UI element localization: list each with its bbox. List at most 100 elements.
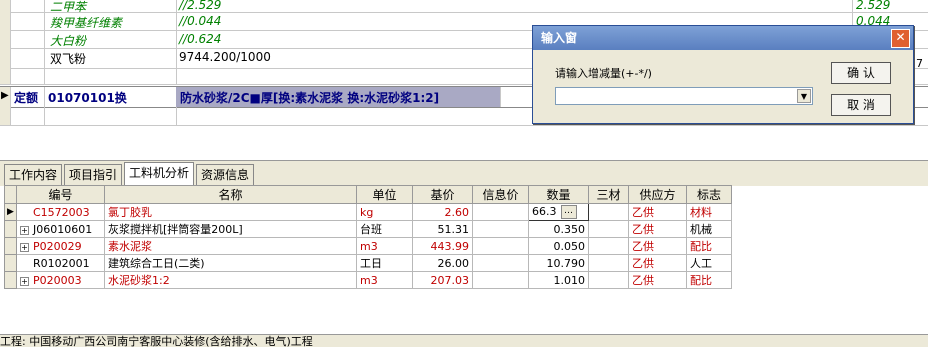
cell-name[interactable]: 素水泥浆 [104, 237, 357, 255]
tab-work-content[interactable]: 工作内容 [4, 164, 63, 185]
cell-base-price[interactable]: 2.60 [412, 203, 473, 221]
cell-supplier[interactable]: 乙供 [628, 271, 687, 289]
cell-code[interactable]: R0102001 [16, 254, 105, 272]
cell-supplier-text: 乙供 [632, 240, 654, 253]
cell-quantity-text: 10.790 [546, 256, 586, 270]
row-pointer-icon[interactable]: ▶ [4, 203, 17, 221]
cell-code[interactable]: C1572003 [16, 203, 105, 221]
cell-code-text: R0102001 [33, 256, 90, 270]
row-selector[interactable] [4, 254, 17, 272]
material-right-value: 2.529 [856, 0, 891, 12]
col-header-name[interactable]: 名称 [104, 185, 357, 204]
cell-three-materials[interactable] [588, 203, 629, 221]
cell-name[interactable]: 建筑综合工日(二类) [104, 254, 357, 272]
cell-unit[interactable]: 工日 [356, 254, 413, 272]
confirm-button[interactable]: 确 认 [831, 62, 891, 84]
col-header-supplier[interactable]: 供应方 [628, 185, 687, 204]
cell-base-price[interactable]: 26.00 [412, 254, 473, 272]
col-header-code[interactable]: 编号 [16, 185, 105, 204]
material-name: 羧甲基纤维素 [50, 16, 123, 30]
tab-resource-info[interactable]: 资源信息 [196, 164, 255, 185]
cell-three-materials[interactable] [588, 271, 629, 289]
cell-code-text: P020029 [33, 239, 82, 253]
col-header-three-materials[interactable]: 三材 [588, 185, 629, 204]
cell-three-materials[interactable] [588, 254, 629, 272]
row-selector[interactable] [4, 271, 17, 289]
quota-code: 01070101换 [48, 91, 127, 105]
cell-unit-text: kg [360, 205, 374, 219]
cell-three-materials[interactable] [588, 237, 629, 255]
cell-unit[interactable]: 台班 [356, 220, 413, 238]
table-row[interactable]: + P020029 素水泥浆 m3 443.99 0.050 乙供 配比 [4, 237, 732, 255]
cell-code[interactable]: + J06010601 [16, 220, 105, 238]
cell-unit[interactable]: kg [356, 203, 413, 221]
cell-code-text: P020003 [33, 273, 82, 287]
cell-name-text: 建筑综合工日(二类) [108, 257, 205, 270]
close-icon[interactable]: ✕ [891, 29, 910, 48]
ellipsis-button[interactable]: … [560, 205, 577, 219]
row-selector[interactable] [4, 220, 17, 238]
cell-flag[interactable]: 人工 [686, 254, 732, 272]
cell-code[interactable]: + P020003 [16, 271, 105, 289]
cell-flag-text: 人工 [690, 257, 712, 270]
cell-quantity[interactable]: 0.350 [528, 220, 589, 238]
col-header-base-price[interactable]: 基价 [412, 185, 473, 204]
cell-supplier[interactable]: 乙供 [628, 203, 687, 221]
expand-icon[interactable]: + [20, 225, 29, 235]
cell-base-price-text: 51.31 [437, 222, 470, 236]
cell-unit-text: m3 [360, 239, 378, 253]
col-header-quantity[interactable]: 数量 [528, 185, 589, 204]
dialog-title-bar[interactable]: 输入窗 ✕ [533, 26, 913, 50]
cell-supplier-text: 乙供 [632, 223, 654, 236]
cell-info-price[interactable] [472, 271, 529, 289]
cell-base-price[interactable]: 51.31 [412, 220, 473, 238]
increment-input[interactable]: ▼ [555, 87, 813, 105]
cell-info-price[interactable] [472, 237, 529, 255]
cell-quantity[interactable]: 1.010 [528, 271, 589, 289]
cell-base-price[interactable]: 443.99 [412, 237, 473, 255]
col-header-info-price[interactable]: 信息价 [472, 185, 529, 204]
cell-info-price[interactable] [472, 254, 529, 272]
cell-name-text: 水泥砂浆1:2 [108, 274, 170, 287]
cell-supplier[interactable]: 乙供 [628, 237, 687, 255]
input-dialog: 输入窗 ✕ 请输入增减量(+-*/) ▼ 确 认 取 消 [532, 25, 914, 124]
cell-quantity[interactable]: 10.790 [528, 254, 589, 272]
cell-info-price[interactable] [472, 220, 529, 238]
table-row[interactable]: ▶ C1572003 氯丁胶乳 kg 2.60 66.3… 乙供 材料 [4, 203, 732, 221]
cell-code-text: C1572003 [33, 205, 90, 219]
col-header-flag[interactable]: 标志 [686, 185, 732, 204]
cell-name[interactable]: 水泥砂浆1:2 [104, 271, 357, 289]
tab-project-guide[interactable]: 项目指引 [64, 164, 123, 185]
cell-unit-text: 台班 [360, 223, 382, 236]
dropdown-arrow-icon[interactable]: ▼ [797, 89, 811, 103]
cancel-button[interactable]: 取 消 [831, 94, 891, 116]
cell-flag-text: 机械 [690, 223, 712, 236]
cell-unit[interactable]: m3 [356, 271, 413, 289]
row-selector[interactable] [4, 237, 17, 255]
table-header: 编号 名称 单位 基价 信息价 数量 三材 供应方 标志 [4, 185, 732, 204]
cell-unit[interactable]: m3 [356, 237, 413, 255]
cell-name[interactable]: 灰浆搅拌机[拌筒容量200L] [104, 220, 357, 238]
cell-flag[interactable]: 配比 [686, 271, 732, 289]
cell-info-price[interactable] [472, 203, 529, 221]
table-row[interactable]: + P020003 水泥砂浆1:2 m3 207.03 1.010 乙供 配比 [4, 271, 732, 289]
cell-supplier[interactable]: 乙供 [628, 220, 687, 238]
cell-three-materials[interactable] [588, 220, 629, 238]
expand-icon[interactable]: + [20, 242, 29, 252]
cell-flag[interactable]: 材料 [686, 203, 732, 221]
cell-quantity[interactable]: 66.3… [528, 203, 589, 221]
cell-supplier[interactable]: 乙供 [628, 254, 687, 272]
cell-code[interactable]: + P020029 [16, 237, 105, 255]
cell-quantity[interactable]: 0.050 [528, 237, 589, 255]
cell-flag[interactable]: 机械 [686, 220, 732, 238]
table-row[interactable]: + J06010601 灰浆搅拌机[拌筒容量200L] 台班 51.31 0.350 乙供 机… [4, 220, 732, 238]
tab-labor-material-analysis[interactable]: 工料机分析 [124, 162, 195, 185]
cell-flag[interactable]: 配比 [686, 237, 732, 255]
cell-flag-text: 配比 [690, 274, 712, 287]
col-header-unit[interactable]: 单位 [356, 185, 413, 204]
cell-base-price[interactable]: 207.03 [412, 271, 473, 289]
cell-name[interactable]: 氯丁胶乳 [104, 203, 357, 221]
table-row[interactable]: R0102001 建筑综合工日(二类) 工日 26.00 10.790 乙供 人工 [4, 254, 732, 272]
dialog-title: 输入窗 [541, 31, 578, 45]
expand-icon[interactable]: + [20, 276, 29, 286]
